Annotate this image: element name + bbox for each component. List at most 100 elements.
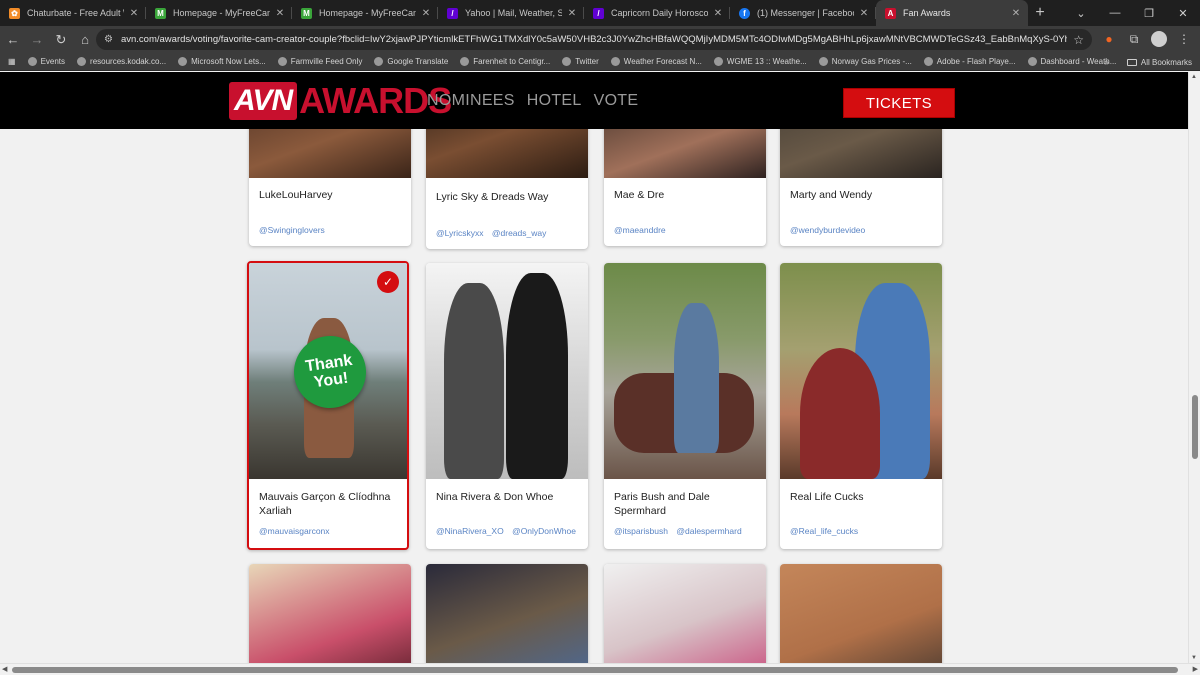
nominee-card[interactable] bbox=[426, 564, 588, 663]
bookmark-item[interactable]: Events bbox=[27, 57, 65, 66]
bookmark-item[interactable]: resources.kodak.co... bbox=[77, 57, 166, 66]
nominee-handles: @wendyburdevideo bbox=[790, 225, 871, 235]
nav-vote[interactable]: VOTE bbox=[594, 92, 639, 110]
nominee-card[interactable] bbox=[604, 564, 766, 663]
nominee-card[interactable] bbox=[780, 564, 942, 663]
bookmark-item[interactable]: WGME 13 :: Weathe... bbox=[713, 57, 807, 66]
bookmark-item[interactable]: Norway Gas Prices -... bbox=[818, 57, 912, 66]
bookmark-item[interactable]: Adobe - Flash Playe... bbox=[923, 57, 1016, 66]
bookmark-item[interactable]: Farmville Feed Only bbox=[277, 57, 362, 66]
menu-kebab-icon[interactable]: ⋮ bbox=[1176, 30, 1192, 48]
bookmark-star-icon[interactable]: ☆ bbox=[1073, 33, 1084, 47]
nominee-card[interactable]: Nina Rivera & Don Whoe @NinaRivera_XO @O… bbox=[426, 263, 588, 549]
nominee-handles: @itsparisbush @dalespermhard bbox=[614, 526, 748, 536]
close-window-icon[interactable]: ✕ bbox=[1166, 0, 1200, 26]
photo-figure bbox=[444, 283, 504, 479]
home-icon[interactable]: ⌂ bbox=[74, 29, 96, 51]
tab-messenger[interactable]: f (1) Messenger | Facebook ✕ bbox=[730, 0, 876, 26]
tab-close-icon[interactable]: ✕ bbox=[274, 8, 286, 19]
vertical-scrollbar[interactable]: ▲ ▼ bbox=[1188, 72, 1200, 663]
nominee-handles: @Lyricskyxx @dreads_way bbox=[436, 228, 552, 238]
handle-link[interactable]: @dalespermhard bbox=[676, 526, 741, 536]
handle-link[interactable]: @mauvaisgarconx bbox=[259, 526, 330, 536]
handle-link[interactable]: @OnlyDonWhoe bbox=[512, 526, 576, 536]
reload-icon[interactable]: ↻ bbox=[50, 29, 72, 51]
scroll-left-icon[interactable]: ◀ bbox=[2, 665, 7, 673]
forward-arrow-icon[interactable]: → bbox=[26, 29, 48, 51]
photo-figure bbox=[800, 348, 880, 479]
site-info-icon[interactable]: ⚙ bbox=[104, 34, 113, 45]
bookmark-favicon-icon bbox=[713, 57, 723, 66]
horizontal-scrollbar[interactable]: ◀ ▶ bbox=[0, 663, 1200, 675]
avn-awards-logo[interactable]: AVN AWARDS bbox=[229, 78, 452, 124]
nav-hotel[interactable]: HOTEL bbox=[527, 92, 582, 110]
handle-link[interactable]: @Swinginglovers bbox=[259, 225, 325, 235]
tab-chaturbate[interactable]: ✿ Chaturbate - Free Adult Webcams ✕ bbox=[0, 0, 146, 26]
all-bookmarks-button[interactable]: All Bookmarks bbox=[1141, 58, 1192, 67]
handle-link[interactable]: @maeanddre bbox=[614, 225, 666, 235]
bookmarks-bar: ▦ Events resources.kodak.co... Microsoft… bbox=[0, 53, 1200, 71]
tab-close-icon[interactable]: ✕ bbox=[1010, 8, 1022, 19]
nominee-name: Mauvais Garçon & Clíodhna Xarliah bbox=[259, 491, 391, 517]
minimize-icon[interactable]: — bbox=[1098, 0, 1132, 26]
tab-close-icon[interactable]: ✕ bbox=[712, 8, 724, 19]
bookmark-item[interactable]: Twitter bbox=[562, 57, 599, 66]
restore-icon[interactable]: ❐ bbox=[1132, 0, 1166, 26]
nominee-photo bbox=[780, 564, 942, 663]
tab-horoscope[interactable]: / Capricorn Daily Horoscope Yahoo ✕ bbox=[584, 0, 730, 26]
handle-link[interactable]: @itsparisbush bbox=[614, 526, 668, 536]
nominee-card[interactable] bbox=[249, 564, 411, 663]
tab-yahoo[interactable]: / Yahoo | Mail, Weather, Search, Politic… bbox=[438, 0, 584, 26]
apps-grid-icon[interactable]: ▦ bbox=[8, 57, 16, 66]
chevron-right-icon[interactable]: » bbox=[1104, 58, 1108, 67]
bookmark-item[interactable]: Farenheit to Centigr... bbox=[460, 57, 550, 66]
bookmark-item[interactable]: Google Translate bbox=[374, 57, 448, 66]
bookmark-item[interactable]: Microsoft Now Lets... bbox=[178, 57, 266, 66]
scroll-down-icon[interactable]: ▼ bbox=[1191, 655, 1197, 661]
nominee-card[interactable]: Real Life Cucks @Real_life_cucks bbox=[780, 263, 942, 549]
nominee-card-selected[interactable]: Thank You! ✓ Mauvais Garçon & Clíodhna X… bbox=[247, 261, 409, 550]
nominee-photo: Thank You! ✓ bbox=[249, 263, 407, 479]
window-controls: ⌄ — ❐ ✕ bbox=[1064, 0, 1200, 26]
main-nav: NOMINEES HOTEL VOTE bbox=[427, 92, 638, 110]
bookmark-item[interactable]: Dashboard - Weath... bbox=[1027, 57, 1116, 66]
nominee-name: Lyric Sky & Dreads Way bbox=[436, 191, 549, 203]
nominee-photo bbox=[426, 263, 588, 479]
tab-close-icon[interactable]: ✕ bbox=[128, 8, 140, 19]
vote-check-icon[interactable]: ✓ bbox=[377, 271, 399, 293]
handle-link[interactable]: @Real_life_cucks bbox=[790, 526, 858, 536]
tab-close-icon[interactable]: ✕ bbox=[420, 8, 432, 19]
bookmark-item[interactable]: Weather Forecast N... bbox=[610, 57, 702, 66]
vertical-scroll-thumb[interactable] bbox=[1192, 395, 1198, 459]
back-arrow-icon[interactable]: ← bbox=[2, 29, 24, 51]
handle-link[interactable]: @NinaRivera_XO bbox=[436, 526, 504, 536]
nav-nominees[interactable]: NOMINEES bbox=[427, 92, 515, 110]
tickets-button[interactable]: TICKETS bbox=[843, 88, 955, 118]
nominee-photo bbox=[604, 564, 766, 663]
scroll-right-icon[interactable]: ▶ bbox=[1193, 665, 1198, 673]
handle-link[interactable]: @dreads_way bbox=[492, 228, 546, 238]
tab-close-icon[interactable]: ✕ bbox=[858, 8, 870, 19]
handle-link[interactable]: @Lyricskyxx bbox=[436, 228, 484, 238]
horizontal-scroll-thumb[interactable] bbox=[12, 667, 1178, 673]
extension-brave-icon[interactable]: ● bbox=[1101, 30, 1117, 48]
tab-close-icon[interactable]: ✕ bbox=[566, 8, 578, 19]
url-text[interactable]: avn.com/awards/voting/favorite-cam-creat… bbox=[121, 34, 1067, 45]
bookmark-favicon-icon bbox=[277, 57, 287, 66]
profile-avatar-icon[interactable] bbox=[1151, 31, 1167, 47]
tab-title: Homepage - MyFreeCams bbox=[173, 8, 270, 18]
tab-title: Capricorn Daily Horoscope Yahoo bbox=[611, 8, 708, 18]
extensions-puzzle-icon[interactable]: ⧉ bbox=[1126, 30, 1142, 48]
handle-link[interactable]: @wendyburdevideo bbox=[790, 225, 865, 235]
scroll-up-icon[interactable]: ▲ bbox=[1191, 74, 1197, 80]
tab-favicon-icon: ✿ bbox=[9, 7, 20, 19]
bookmark-favicon-icon bbox=[818, 57, 828, 66]
tab-myfreecams-1[interactable]: M Homepage - MyFreeCams ✕ bbox=[146, 0, 292, 26]
nominee-card[interactable]: Paris Bush and Dale Spermhard @itsparisb… bbox=[604, 263, 766, 549]
tab-myfreecams-2[interactable]: M Homepage - MyFreeCams ✕ bbox=[292, 0, 438, 26]
tab-search-icon[interactable]: ⌄ bbox=[1064, 0, 1098, 26]
address-bar[interactable]: ⚙ avn.com/awards/voting/favorite-cam-cre… bbox=[96, 29, 1092, 50]
nominee-handles: @maeanddre bbox=[614, 225, 672, 235]
tab-fan-awards[interactable]: A Fan Awards ✕ bbox=[876, 0, 1028, 26]
new-tab-button[interactable]: + bbox=[1028, 0, 1052, 26]
